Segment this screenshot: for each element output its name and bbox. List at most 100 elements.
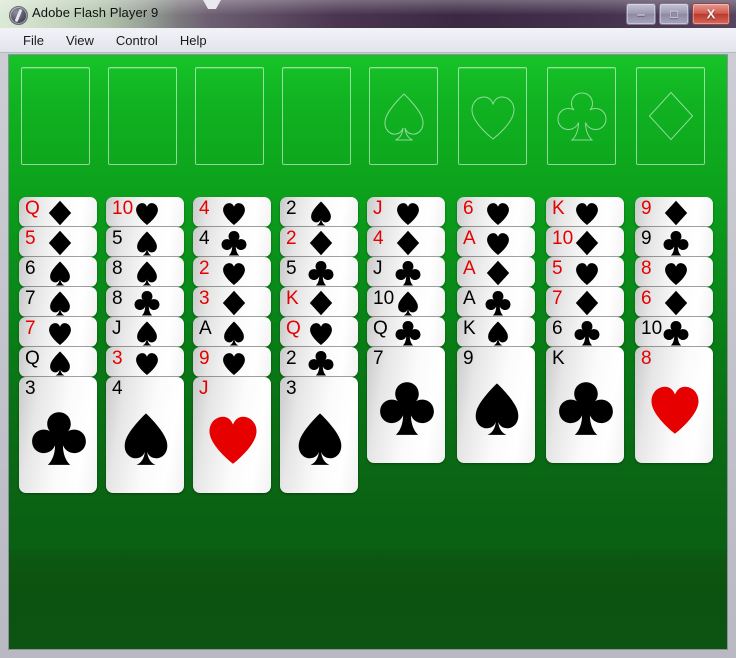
card-rank: 8: [641, 258, 652, 279]
freecell-game-board[interactable]: Q 5 6 7 7 Q 3 10 5 8 8 J 3 4 4 4 2 3 A 9 J 2 2 5 K Q 2 3 J 4 J 10 Q 7 6 A A A…: [9, 55, 727, 649]
card-7-of-diamonds[interactable]: 7: [546, 287, 624, 317]
spade-icon: [221, 320, 247, 346]
diamond-icon: [485, 260, 511, 286]
tableau-column-6[interactable]: 6AAAK9: [457, 197, 535, 463]
card-rank: 7: [25, 318, 36, 339]
card-3-of-clubs[interactable]: 3: [19, 377, 97, 493]
card-J-of-spades[interactable]: J: [106, 317, 184, 347]
card-8-of-clubs[interactable]: 8: [106, 287, 184, 317]
card-K-of-diamonds[interactable]: K: [280, 287, 358, 317]
free-cell-2[interactable]: [108, 67, 177, 165]
foundation-pile-club[interactable]: [547, 67, 616, 165]
card-J-of-clubs[interactable]: J: [367, 257, 445, 287]
menu-item-file[interactable]: File: [12, 31, 55, 50]
card-10-of-hearts[interactable]: 10: [106, 197, 184, 227]
card-Q-of-spades[interactable]: Q: [19, 347, 97, 377]
close-button[interactable]: X: [692, 2, 730, 25]
tableau-column-2[interactable]: 10 5 8 8 J 3 4: [106, 197, 184, 493]
card-10-of-spades[interactable]: 10: [367, 287, 445, 317]
heart-icon: [134, 350, 160, 376]
card-5-of-diamonds[interactable]: 5: [19, 227, 97, 257]
card-8-of-hearts[interactable]: 8: [635, 347, 713, 463]
card-J-of-hearts[interactable]: J: [193, 377, 271, 493]
card-A-of-clubs[interactable]: A: [457, 287, 535, 317]
tableau-column-5[interactable]: J 4 J 10 Q 7: [367, 197, 445, 463]
maximize-button[interactable]: □: [659, 2, 689, 25]
card-2-of-clubs[interactable]: 2: [280, 347, 358, 377]
club-icon: [395, 320, 421, 346]
card-A-of-diamonds[interactable]: A: [457, 257, 535, 287]
card-K-of-spades[interactable]: K: [457, 317, 535, 347]
card-2-of-hearts[interactable]: 2: [193, 257, 271, 287]
card-5-of-spades[interactable]: 5: [106, 227, 184, 257]
card-2-of-diamonds[interactable]: 2: [280, 227, 358, 257]
card-Q-of-hearts[interactable]: Q: [280, 317, 358, 347]
card-3-of-hearts[interactable]: 3: [106, 347, 184, 377]
card-6-of-diamonds[interactable]: 6: [635, 287, 713, 317]
card-3-of-diamonds[interactable]: 3: [193, 287, 271, 317]
tableau-column-3[interactable]: 4 4 2 3 A 9 J: [193, 197, 271, 493]
card-rank: Q: [25, 348, 40, 369]
card-10-of-diamonds[interactable]: 10: [546, 227, 624, 257]
card-3-of-spades[interactable]: 3: [280, 377, 358, 493]
card-6-of-clubs[interactable]: 6: [546, 317, 624, 347]
card-9-of-spades[interactable]: 9: [457, 347, 535, 463]
card-9-of-clubs[interactable]: 9: [635, 227, 713, 257]
card-4-of-diamonds[interactable]: 4: [367, 227, 445, 257]
card-K-of-hearts[interactable]: K: [546, 197, 624, 227]
card-A-of-spades[interactable]: A: [193, 317, 271, 347]
card-9-of-diamonds[interactable]: 9: [635, 197, 713, 227]
card-rank: 10: [641, 318, 663, 339]
diamond-icon: [308, 230, 334, 256]
window-title: Adobe Flash Player 9: [32, 5, 159, 20]
foundation-pile-diamond[interactable]: [636, 67, 705, 165]
card-6-of-hearts[interactable]: 6: [457, 197, 535, 227]
foundation-pile-heart[interactable]: [458, 67, 527, 165]
card-rank: 5: [552, 258, 563, 279]
card-5-of-hearts[interactable]: 5: [546, 257, 624, 287]
card-7-of-clubs[interactable]: 7: [367, 347, 445, 463]
free-cell-4[interactable]: [282, 67, 351, 165]
menu-item-control[interactable]: Control: [105, 31, 169, 50]
minimize-button[interactable]: –: [626, 2, 656, 25]
window-titlebar[interactable]: Adobe Flash Player 9 – □ X: [0, 0, 736, 28]
tableau-column-1[interactable]: Q 5 6 7 7 Q 3: [19, 197, 97, 493]
card-rank: A: [463, 228, 476, 249]
card-Q-of-clubs[interactable]: Q: [367, 317, 445, 347]
card-8-of-spades[interactable]: 8: [106, 257, 184, 287]
diamond-icon: [221, 290, 247, 316]
card-7-of-spades[interactable]: 7: [19, 287, 97, 317]
card-rank: 6: [641, 288, 652, 309]
card-9-of-hearts[interactable]: 9: [193, 347, 271, 377]
card-5-of-clubs[interactable]: 5: [280, 257, 358, 287]
card-rank: 10: [552, 228, 574, 249]
tableau-column-7[interactable]: K 10 5 7 6 K: [546, 197, 624, 463]
card-rank: 5: [286, 258, 297, 279]
card-2-of-spades[interactable]: 2: [280, 197, 358, 227]
card-Q-of-diamonds[interactable]: Q: [19, 197, 97, 227]
diamond-icon: [663, 200, 689, 226]
card-4-of-clubs[interactable]: 4: [193, 227, 271, 257]
card-rank: 6: [463, 198, 474, 219]
foundation-pile-spade[interactable]: [369, 67, 438, 165]
diamond-icon: [47, 230, 73, 256]
card-8-of-hearts[interactable]: 8: [635, 257, 713, 287]
card-K-of-clubs[interactable]: K: [546, 347, 624, 463]
card-J-of-hearts[interactable]: J: [367, 197, 445, 227]
card-10-of-clubs[interactable]: 10: [635, 317, 713, 347]
card-4-of-spades[interactable]: 4: [106, 377, 184, 493]
card-A-of-hearts[interactable]: A: [457, 227, 535, 257]
menu-item-view[interactable]: View: [55, 31, 105, 50]
card-4-of-hearts[interactable]: 4: [193, 197, 271, 227]
free-cell-1[interactable]: [21, 67, 90, 165]
diamond-icon: [574, 230, 600, 256]
card-rank: 5: [25, 228, 36, 249]
tableau-column-4[interactable]: 2 2 5 KQ 2 3: [280, 197, 358, 493]
free-cell-3[interactable]: [195, 67, 264, 165]
card-rank: Q: [286, 318, 301, 339]
card-rank: Q: [373, 318, 388, 339]
menu-item-help[interactable]: Help: [169, 31, 218, 50]
card-7-of-hearts[interactable]: 7: [19, 317, 97, 347]
tableau-column-8[interactable]: 9 9 8 6 10 8: [635, 197, 713, 463]
card-6-of-spades[interactable]: 6: [19, 257, 97, 287]
